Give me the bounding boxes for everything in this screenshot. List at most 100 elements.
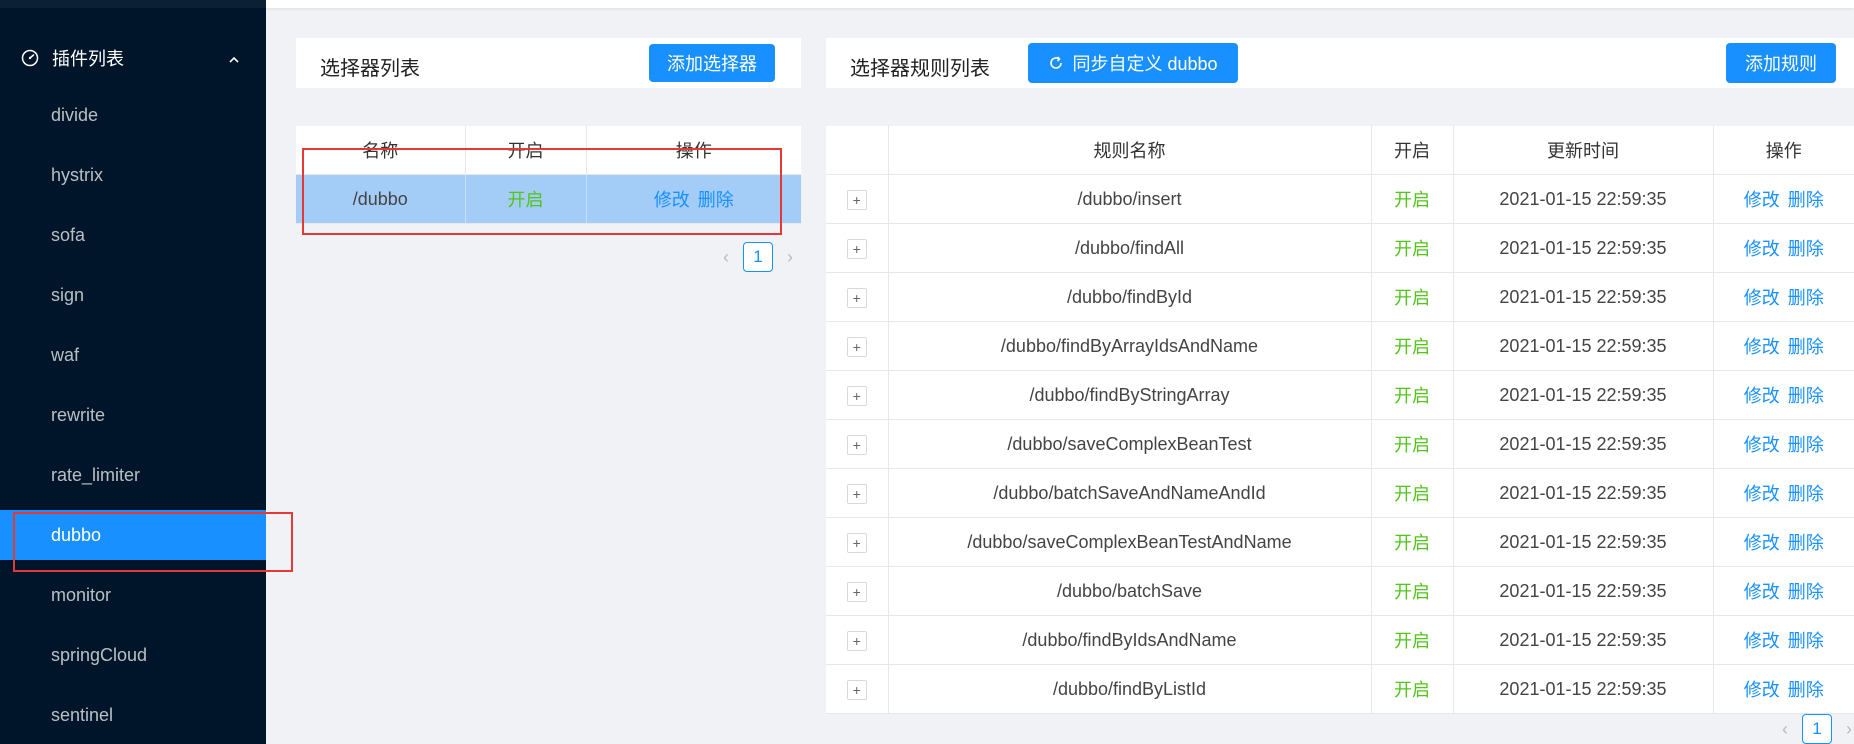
- delete-link[interactable]: 删除: [1788, 680, 1824, 700]
- status-badge: 开启: [1371, 321, 1454, 371]
- sidebar-item-divide[interactable]: divide: [0, 90, 266, 140]
- update-time: 2021-01-15 22:59:35: [1453, 370, 1714, 420]
- rule-actions: 修改 删除: [1713, 321, 1854, 371]
- rule-column-header: 更新时间: [1453, 126, 1714, 175]
- plus-icon[interactable]: +: [846, 336, 867, 357]
- add-selector-button[interactable]: 添加选择器: [649, 44, 775, 82]
- delete-link[interactable]: 删除: [1788, 190, 1824, 210]
- delete-link[interactable]: 删除: [1788, 631, 1824, 651]
- rule-name: /dubbo/findByListId: [888, 664, 1372, 714]
- delete-link[interactable]: 删除: [1788, 288, 1824, 308]
- edit-link[interactable]: 修改: [1744, 533, 1780, 553]
- edit-link[interactable]: 修改: [1744, 190, 1780, 210]
- rule-name: /dubbo/saveComplexBeanTestAndName: [888, 517, 1372, 567]
- edit-link[interactable]: 修改: [1744, 337, 1780, 357]
- update-time: 2021-01-15 22:59:35: [1453, 223, 1714, 273]
- status-badge: 开启: [1371, 664, 1454, 714]
- rule-row: + /dubbo/findByListId 开启 2021-01-15 22:59:3…: [826, 664, 1854, 714]
- rule-actions: 修改 删除: [1713, 419, 1854, 469]
- rule-name: /dubbo/findAll: [888, 223, 1372, 273]
- delete-link[interactable]: 删除: [1788, 582, 1824, 602]
- rule-name: /dubbo/findByIdsAndName: [888, 615, 1372, 665]
- rule-column-header: 开启: [1371, 126, 1454, 175]
- update-time: 2021-01-15 22:59:35: [1453, 321, 1714, 371]
- update-time: 2021-01-15 22:59:35: [1453, 272, 1714, 322]
- sidebar: 插件列表 divide hystrix sofa sign waf rewrite rate…: [0, 0, 266, 744]
- plus-icon[interactable]: +: [846, 385, 867, 406]
- delete-link[interactable]: 删除: [1788, 386, 1824, 406]
- edit-link[interactable]: 修改: [1744, 386, 1780, 406]
- rule-name: /dubbo/findByArrayIdsAndName: [888, 321, 1372, 371]
- plus-icon[interactable]: +: [846, 189, 867, 210]
- rule-actions: 修改 删除: [1713, 468, 1854, 518]
- sidebar-item-rate-limiter[interactable]: rate_limiter: [0, 450, 266, 500]
- sidebar-item-rewrite[interactable]: rewrite: [0, 390, 266, 440]
- sidebar-item-hystrix[interactable]: hystrix: [0, 150, 266, 200]
- page-number[interactable]: 1: [743, 242, 773, 272]
- rule-list-title: 选择器规则列表: [850, 58, 990, 80]
- sidebar-item-waf[interactable]: waf: [0, 330, 266, 380]
- plus-icon[interactable]: +: [846, 287, 867, 308]
- edit-link[interactable]: 修改: [1744, 582, 1780, 602]
- sync-button-label: 同步自定义 dubbo: [1072, 54, 1218, 74]
- sync-custom-dubbo-button[interactable]: 同步自定义 dubbo: [1028, 43, 1238, 83]
- plus-icon[interactable]: +: [846, 532, 867, 553]
- edit-link[interactable]: 修改: [1744, 435, 1780, 455]
- rule-name: /dubbo/saveComplexBeanTest: [888, 419, 1372, 469]
- plus-icon[interactable]: +: [846, 679, 867, 700]
- rule-actions: 修改 删除: [1713, 566, 1854, 616]
- rule-actions: 修改 删除: [1713, 370, 1854, 420]
- delete-link[interactable]: 删除: [1788, 435, 1824, 455]
- sidebar-item-springcloud[interactable]: springCloud: [0, 630, 266, 680]
- sidebar-item-sign[interactable]: sign: [0, 270, 266, 320]
- page-number[interactable]: 1: [1802, 714, 1832, 744]
- header-bar: [266, 0, 1854, 8]
- rule-row: + /dubbo/findByStringArray 开启 2021-01-15 22…: [826, 370, 1854, 420]
- plus-icon[interactable]: +: [846, 483, 867, 504]
- chevron-up-icon: [228, 50, 240, 71]
- rule-actions: 修改 删除: [1713, 664, 1854, 714]
- dashboard-icon: [20, 48, 40, 68]
- rule-name: /dubbo/findByStringArray: [888, 370, 1372, 420]
- delete-link[interactable]: 删除: [1788, 484, 1824, 504]
- edit-link[interactable]: 修改: [1744, 288, 1780, 308]
- status-badge: 开启: [1371, 419, 1454, 469]
- status-badge: 开启: [1371, 468, 1454, 518]
- expand-cell: +: [826, 419, 889, 469]
- plus-icon[interactable]: +: [846, 238, 867, 259]
- edit-link[interactable]: 修改: [1744, 239, 1780, 259]
- chevron-left-icon[interactable]: ‹: [1774, 719, 1796, 740]
- selector-header-card: 选择器列表 添加选择器: [296, 38, 801, 88]
- chevron-right-icon[interactable]: ›: [779, 247, 801, 268]
- edit-link[interactable]: 修改: [1744, 484, 1780, 504]
- expand-cell: +: [826, 615, 889, 665]
- status-badge: 开启: [1371, 272, 1454, 322]
- plus-icon[interactable]: +: [846, 630, 867, 651]
- rule-name: /dubbo/batchSaveAndNameAndId: [888, 468, 1372, 518]
- highlight-selector-row: [302, 148, 782, 235]
- delete-link[interactable]: 删除: [1788, 337, 1824, 357]
- rule-row: + /dubbo/findAll 开启 2021-01-15 22:59:35 修改 删除: [826, 223, 1854, 273]
- plus-icon[interactable]: +: [846, 581, 867, 602]
- add-rule-button[interactable]: 添加规则: [1726, 43, 1836, 83]
- delete-link[interactable]: 删除: [1788, 533, 1824, 553]
- submenu-plugin-list[interactable]: 插件列表: [0, 34, 266, 82]
- submenu-title-label: 插件列表: [52, 49, 124, 69]
- rule-actions: 修改 删除: [1713, 272, 1854, 322]
- rule-row: +/dubbo/batchSave 开启 2021-01-15 22:59:35 修改…: [826, 566, 1854, 616]
- rule-row: +/dubbo/findById 开启 2021-01-15 22:59:35 修改删…: [826, 272, 1854, 322]
- expand-cell: +: [826, 321, 889, 371]
- chevron-left-icon[interactable]: ‹: [715, 247, 737, 268]
- chevron-right-icon[interactable]: ›: [1838, 719, 1854, 740]
- sidebar-item-monitor[interactable]: monitor: [0, 570, 266, 620]
- status-badge: 开启: [1371, 223, 1454, 273]
- rule-row: + /dubbo/saveComplexBeanTestAndName 开启 2021…: [826, 517, 1854, 567]
- plus-icon[interactable]: +: [846, 434, 867, 455]
- edit-link[interactable]: 修改: [1744, 631, 1780, 651]
- sidebar-item-sofa[interactable]: sofa: [0, 210, 266, 260]
- edit-link[interactable]: 修改: [1744, 680, 1780, 700]
- sidebar-item-sentinel[interactable]: sentinel: [0, 690, 266, 740]
- delete-link[interactable]: 删除: [1788, 239, 1824, 259]
- status-badge: 开启: [1371, 370, 1454, 420]
- rule-table-header: 规则名称 开启 更新时间 操作: [826, 126, 1854, 175]
